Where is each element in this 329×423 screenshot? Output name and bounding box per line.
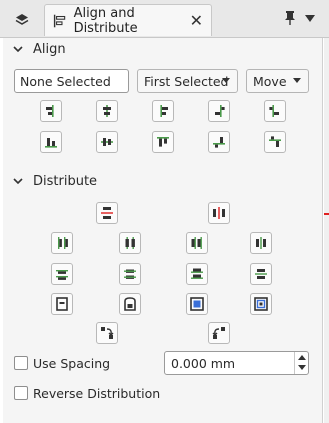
align-top-to-bottom-button[interactable] [208,131,230,153]
reverse-distribution-checkbox[interactable] [14,386,28,400]
align-bottom-anchor-icon [269,136,281,147]
distribute-left-icon [58,237,68,249]
align-distribute-icon [53,14,66,27]
node-frame-inner-icon [254,297,268,311]
align-centers-vertical-button[interactable] [96,131,118,153]
align-top-anchor-icon [213,137,225,148]
node-frame-inner-button[interactable] [250,293,272,315]
align-top-icon [157,137,169,147]
close-icon[interactable]: ✕ [190,12,203,29]
spin-up-icon[interactable] [298,355,306,360]
chevron-down-icon [13,178,23,185]
relative-to-select[interactable]: First Selected [137,69,238,93]
dock-tab-bar: Align and Distribute ✕ [0,0,329,38]
align-left-edges-button[interactable] [40,100,62,122]
distribute-centers-vertical-button[interactable] [119,263,141,285]
align-bottom-edges-button[interactable] [40,131,62,153]
align-center-horizontal-icon [103,105,111,117]
spin-buttons[interactable] [294,352,308,374]
distribute-centers-horizontal-button[interactable] [119,232,141,254]
align-top-edges-button[interactable] [152,131,174,153]
node-frame-button[interactable] [186,293,208,315]
node-frame-icon [190,297,204,311]
node-rect-icon [56,297,68,311]
node-arch-button[interactable] [119,293,141,315]
make-horizontal-gaps-equal-button[interactable] [208,202,230,224]
align-bottom-icon [45,138,57,148]
vertical-gap-icon [101,207,113,219]
exchange-vertical-button[interactable] [250,263,272,285]
align-section-label: Align [33,41,66,57]
align-left-icon [46,105,54,117]
use-spacing-checkbox[interactable] [14,356,28,370]
pin-icon[interactable] [284,10,296,29]
selection-field[interactable]: None Selected [14,69,129,93]
relative-to-value: First Selected [144,73,229,89]
distribute-top-icon [56,270,68,280]
distribute-section-header[interactable]: Distribute [3,171,323,191]
tab-layers[interactable] [4,4,40,36]
mode-value: Move [253,73,287,89]
mode-select[interactable]: Move [246,69,309,93]
rotate-cw-icon [101,327,114,339]
distribute-bottom-edges-button[interactable] [186,263,208,285]
layers-icon [15,14,29,25]
distribute-top-edges-button[interactable] [51,263,73,285]
align-right-to-left-button[interactable] [264,100,286,122]
canvas-edge [324,38,329,423]
rotate-clockwise-button[interactable] [96,322,118,344]
distribute-center-horizontal-icon [125,237,135,249]
node-arch-icon [124,297,136,311]
distribute-section-label: Distribute [33,173,98,189]
align-distribute-panel: Align None Selected First Selected Move [3,38,323,423]
reverse-distribution-label: Reverse Distribution [33,386,161,401]
panel-menu-icon[interactable] [305,12,315,26]
selection-text: None Selected [20,73,111,89]
chevron-down-icon [13,46,23,53]
rotate-ccw-icon [212,327,225,339]
align-section-header[interactable]: Align [3,39,323,59]
align-right-anchor-icon [269,105,279,117]
chevron-down-icon [222,78,230,83]
distribute-left-edges-button[interactable] [51,232,73,254]
align-left-anchor-icon [215,105,225,117]
distribute-center-vertical-icon [124,269,136,279]
distribute-right-icon [191,237,202,249]
exchange-horizontal-button[interactable] [250,232,272,254]
node-distribute-button[interactable] [51,293,73,315]
guide-marker [324,213,329,215]
distribute-bottom-icon [191,268,203,279]
align-right-icon [160,105,168,117]
distribute-right-edges-button[interactable] [186,232,208,254]
align-centers-horizontal-button[interactable] [96,100,118,122]
align-bottom-to-top-button[interactable] [264,131,286,153]
tab-align-distribute[interactable]: Align and Distribute ✕ [44,4,212,36]
exchange-vertical-icon [255,269,267,279]
align-center-vertical-icon [101,138,113,146]
spacing-value: 0.000 mm [171,356,236,371]
spin-down-icon[interactable] [298,365,306,370]
horizontal-gap-icon [213,207,225,219]
tab-title: Align and Distribute [73,5,138,36]
align-left-to-right-button[interactable] [208,100,230,122]
chevron-down-icon [293,78,301,83]
spacing-spinbox[interactable]: 0.000 mm [164,351,309,375]
rotate-counterclockwise-button[interactable] [208,322,230,344]
make-vertical-gaps-equal-button[interactable] [96,202,118,224]
exchange-horizontal-icon [256,237,266,249]
align-right-edges-button[interactable] [152,100,174,122]
use-spacing-label: Use Spacing [33,356,111,371]
